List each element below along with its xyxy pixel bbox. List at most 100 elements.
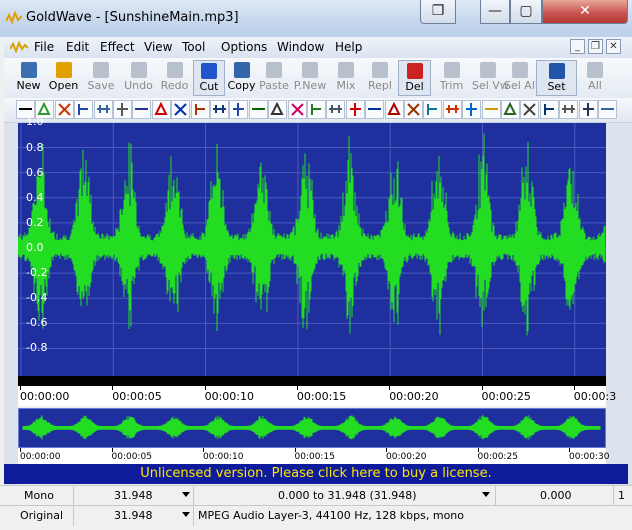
minimize-button[interactable]: — xyxy=(480,0,510,24)
eq-icon[interactable] xyxy=(151,100,171,119)
volume-icon[interactable] xyxy=(481,100,501,119)
timeline-bar[interactable] xyxy=(18,376,606,386)
time-label: 00:00:3 xyxy=(573,390,617,403)
invert-icon[interactable] xyxy=(210,100,229,119)
overview-waveform[interactable] xyxy=(18,408,606,448)
status-length[interactable]: 31.948 xyxy=(74,486,194,506)
y-axis-label: 0.2 xyxy=(26,215,44,229)
compressor-icon[interactable] xyxy=(54,100,74,119)
menu-tool[interactable]: Tool xyxy=(182,40,205,54)
filter-icon[interactable] xyxy=(171,100,191,119)
y-axis-label: 1.0 xyxy=(26,115,44,129)
toolbar-label: P.New xyxy=(293,79,327,92)
redo-button[interactable]: Redo xyxy=(157,60,192,96)
overview-time-label: 00:00:10 xyxy=(203,452,244,462)
doppler-icon[interactable] xyxy=(74,100,94,119)
menu-help[interactable]: Help xyxy=(335,40,362,54)
trim-button[interactable]: Trim xyxy=(432,60,471,96)
offset-icon[interactable] xyxy=(268,100,288,119)
mdi-restore-button[interactable]: ❐ xyxy=(588,39,603,54)
mix-button[interactable]: Mix xyxy=(330,60,362,96)
overview-time-ruler[interactable]: 00:00:00 00:00:05 00:00:10 00:00:15 00:00:20… xyxy=(18,448,609,464)
del-button[interactable]: Del xyxy=(398,60,431,96)
fade-in-icon[interactable] xyxy=(501,100,520,119)
document-wave-icon[interactable] xyxy=(10,40,28,54)
resample-icon[interactable] xyxy=(384,100,404,119)
stereo-icon[interactable] xyxy=(442,100,462,119)
main-toolbar: New Open Save Undo Redo Cut Copy Paste P.New Mix R… xyxy=(4,58,632,99)
all-button[interactable]: All xyxy=(578,60,612,96)
replace-icon xyxy=(372,62,388,78)
time-ruler[interactable]: 00:00:00 00:00:05 00:00:10 00:00:15 00:00:20… xyxy=(18,386,616,406)
y-axis-label: 0.8 xyxy=(26,140,44,154)
status-mode: Original xyxy=(0,506,74,526)
save-button[interactable]: Save xyxy=(82,60,120,96)
status-selection[interactable]: 0.000 to 31.948 (31.948) xyxy=(194,486,496,506)
mdi-close-button[interactable]: ✕ xyxy=(606,39,621,54)
mdi-minimize-button[interactable]: _ xyxy=(570,39,585,54)
scissors-icon xyxy=(201,63,217,79)
maximize-button[interactable]: ▢ xyxy=(510,0,542,24)
fade-out-icon[interactable] xyxy=(520,100,540,119)
set-marker-icon xyxy=(548,63,565,79)
status-format: MPEG Audio Layer-3, 44100 Hz, 128 kbps, … xyxy=(198,509,465,522)
open-button[interactable]: Open xyxy=(46,60,81,96)
menu-window[interactable]: Window xyxy=(277,40,324,54)
undo-button[interactable]: Undo xyxy=(121,60,156,96)
reverse-icon[interactable] xyxy=(345,100,365,119)
overview-graph[interactable] xyxy=(19,409,605,447)
license-banner[interactable]: Unlicensed version. Please click here to… xyxy=(4,464,628,484)
dynamics-icon[interactable] xyxy=(93,100,113,119)
sel-vw-button[interactable]: Sel Vw xyxy=(472,60,509,96)
new-button[interactable]: New xyxy=(12,60,45,96)
set-button[interactable]: Set xyxy=(536,60,577,96)
toolbar-label: Repl xyxy=(368,79,392,92)
mechanize-icon[interactable] xyxy=(229,100,249,119)
envelope-icon[interactable] xyxy=(132,100,152,119)
spatial-icon[interactable] xyxy=(423,100,443,119)
menu-file[interactable]: File xyxy=(34,40,54,54)
matcher-icon[interactable] xyxy=(559,100,579,119)
cut-button[interactable]: Cut xyxy=(193,60,225,96)
copy-button[interactable]: Copy xyxy=(226,60,257,96)
cd-icon[interactable] xyxy=(598,100,617,119)
left-margin xyxy=(4,123,18,489)
toolbar-label: Mix xyxy=(336,79,356,92)
toolbar-label: Set xyxy=(547,80,566,93)
pan-icon[interactable] xyxy=(287,100,307,119)
y-axis-label: -0.6 xyxy=(26,316,48,330)
overview-time-label: 00:00:05 xyxy=(111,452,152,462)
smoother-icon[interactable] xyxy=(404,100,423,119)
save-disk-icon xyxy=(93,62,109,78)
y-axis-label: 0.4 xyxy=(26,190,44,204)
chevron-down-icon[interactable] xyxy=(182,512,190,517)
undo-arrow-icon xyxy=(130,62,147,78)
flanger-icon[interactable] xyxy=(190,100,210,119)
menu-view[interactable]: View xyxy=(144,40,172,54)
close-button[interactable]: ✕ xyxy=(542,0,628,24)
noise-reduction-icon[interactable] xyxy=(248,100,268,119)
maximize-icon[interactable] xyxy=(578,100,598,119)
waveform-graph[interactable] xyxy=(18,123,606,376)
chevron-down-icon[interactable] xyxy=(182,492,190,497)
paste-button[interactable]: Paste xyxy=(258,60,290,96)
waveform-view[interactable]: 1.0 0.8 0.6 0.4 0.2 0.0 -0.2 -0.4 -0.6 -0.8 xyxy=(18,115,606,376)
echo-icon[interactable] xyxy=(113,100,132,119)
status-length-2[interactable]: 31.948 xyxy=(74,506,194,526)
p-new-button[interactable]: P.New xyxy=(291,60,329,96)
menu-edit[interactable]: Edit xyxy=(66,40,89,54)
pitch-icon[interactable] xyxy=(307,100,326,119)
chevron-down-icon[interactable] xyxy=(482,492,490,497)
overview-time-label: 00:00:20 xyxy=(386,452,427,462)
shape-icon[interactable] xyxy=(539,100,559,119)
repl-button[interactable]: Repl xyxy=(363,60,397,96)
menu-options[interactable]: Options xyxy=(221,40,267,54)
silence-icon[interactable] xyxy=(365,100,385,119)
reverb-icon[interactable] xyxy=(326,100,346,119)
restore-down-icon[interactable]: ❐ xyxy=(420,0,456,24)
sel-all-button[interactable]: Sel All xyxy=(504,60,538,96)
overview-time-label: 00:00:25 xyxy=(477,452,518,462)
time-warp-icon[interactable] xyxy=(462,100,482,119)
menu-effect[interactable]: Effect xyxy=(100,40,135,54)
paste-new-icon xyxy=(302,62,318,78)
